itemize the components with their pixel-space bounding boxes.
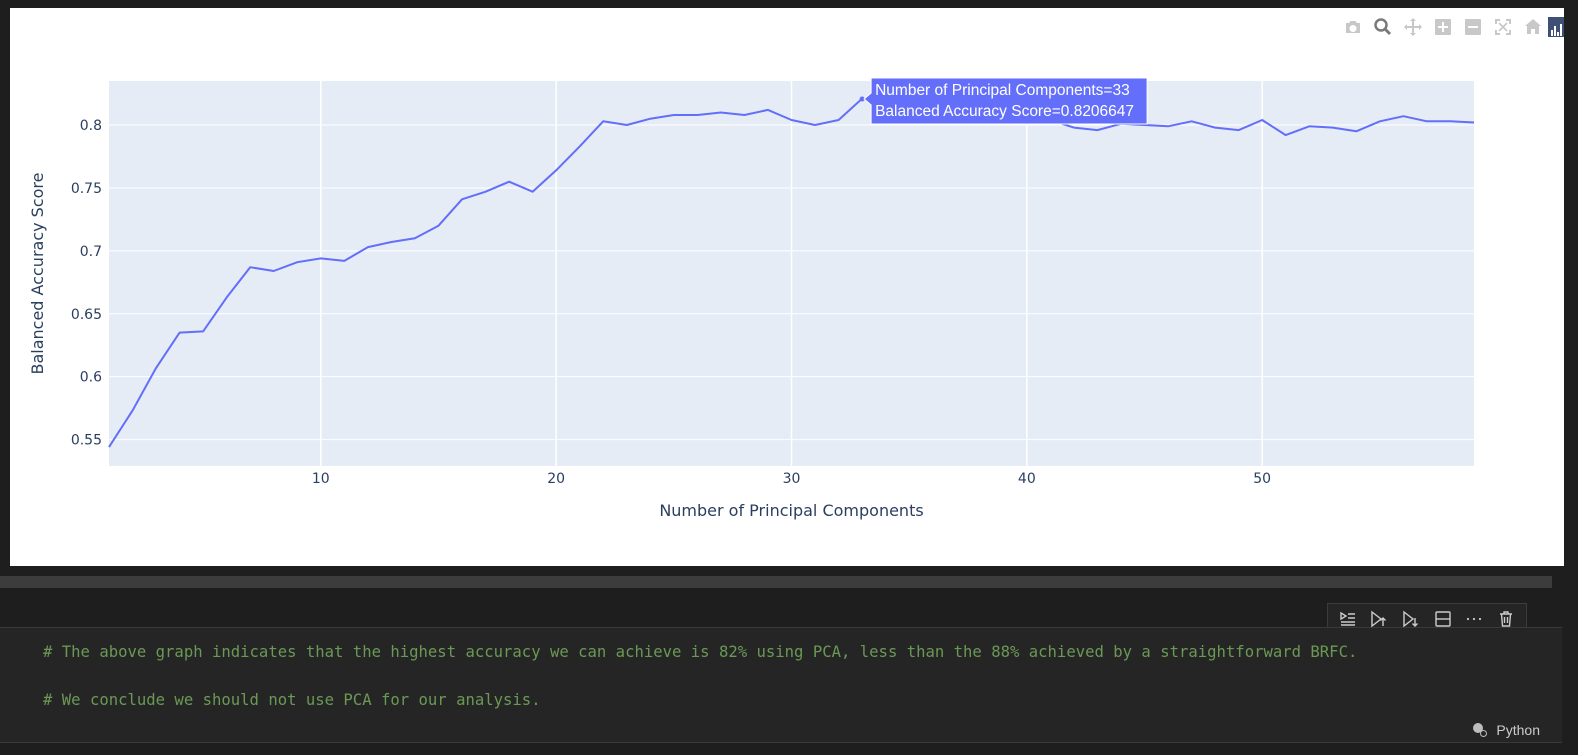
x-tick-label: 30 — [783, 471, 801, 487]
y-tick-label: 0.65 — [71, 307, 102, 323]
y-tick-label: 0.75 — [71, 181, 102, 197]
zoom-icon[interactable] — [1368, 14, 1398, 40]
x-tick-label: 20 — [547, 471, 565, 487]
x-tick-label: 50 — [1253, 471, 1271, 487]
zoom-in-icon[interactable] — [1428, 14, 1458, 40]
plotly-logo[interactable] — [1548, 17, 1564, 37]
y-axis-title: Balanced Accuracy Score — [28, 173, 47, 375]
camera-icon[interactable] — [1338, 14, 1368, 40]
kernel-icon — [1473, 723, 1488, 737]
y-tick-label: 0.8 — [80, 118, 102, 134]
line-chart[interactable]: 10 20 30 40 50 0.55 0.6 0.65 0.7 0.75 0.8 Number of… — [10, 8, 1564, 566]
plot-output: 10 20 30 40 50 0.55 0.6 0.65 0.7 0.75 0.8 Number of… — [10, 8, 1564, 566]
horizontal-scrollbar[interactable] — [0, 576, 1552, 588]
autoscale-icon[interactable] — [1488, 14, 1518, 40]
x-tick-label: 40 — [1018, 471, 1036, 487]
code-comment-line[interactable]: # We conclude we should not use PCA for … — [43, 691, 541, 709]
pan-icon[interactable] — [1398, 14, 1428, 40]
hover-label-x: Number of Principal Components=33 — [875, 82, 1130, 99]
y-tick-label: 0.55 — [71, 433, 102, 449]
zoom-out-icon[interactable] — [1458, 14, 1488, 40]
x-axis-title: Number of Principal Components — [659, 501, 923, 520]
reset-axes-icon[interactable] — [1518, 14, 1548, 40]
plot-modebar — [1338, 14, 1564, 40]
x-tick-label: 10 — [312, 471, 330, 487]
markdown-code-cell[interactable]: # The above graph indicates that the hig… — [0, 627, 1562, 743]
language-indicator[interactable]: Python — [1473, 722, 1540, 738]
y-tick-label: 0.6 — [80, 370, 102, 386]
language-label: Python — [1496, 722, 1540, 738]
code-comment-line[interactable]: # The above graph indicates that the hig… — [43, 643, 1357, 661]
hover-label-y: Balanced Accuracy Score=0.8206647 — [875, 103, 1134, 120]
y-tick-label: 0.7 — [80, 244, 102, 260]
